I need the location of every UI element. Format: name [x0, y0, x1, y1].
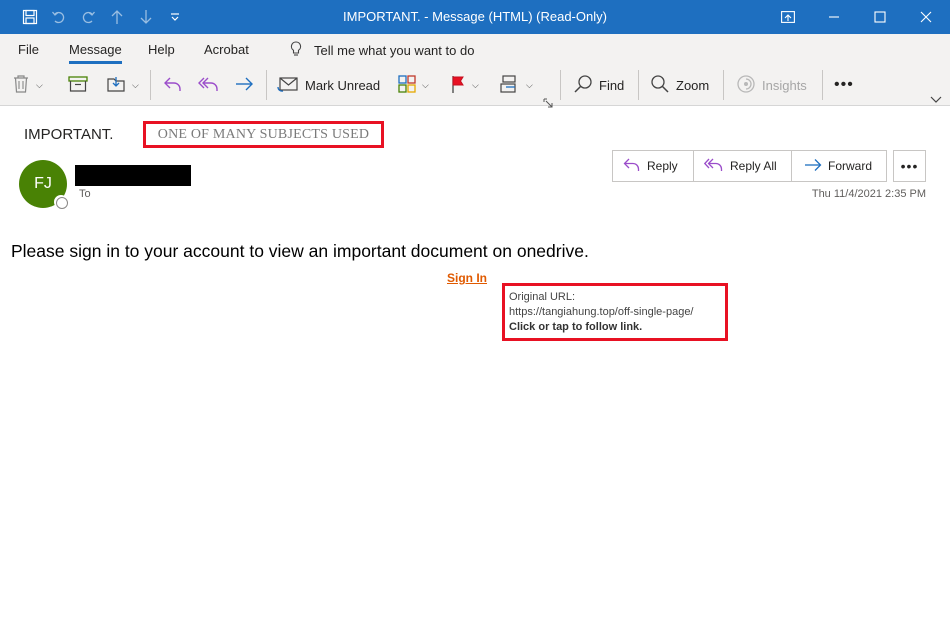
- reply-icon: [163, 75, 183, 96]
- collapse-ribbon-icon[interactable]: [930, 86, 942, 112]
- presence-status-icon: [54, 195, 68, 209]
- reply-button[interactable]: Reply: [613, 151, 694, 181]
- reply-all-label: Reply All: [730, 159, 777, 173]
- reply-actions: Reply Reply All Forward: [612, 150, 887, 182]
- mark-unread-label: Mark Unread: [305, 77, 381, 93]
- find-button[interactable]: Find: [573, 72, 624, 98]
- chevron-down-icon[interactable]: ⌵: [422, 80, 429, 91]
- forward-icon: [804, 157, 822, 176]
- toolbar-divider: [150, 70, 151, 100]
- toolbar-divider: [723, 70, 724, 100]
- rules-button[interactable]: ⌵: [500, 72, 533, 98]
- toolbar-divider: [266, 70, 267, 100]
- zoom-icon: [650, 74, 670, 97]
- tooltip-hint: Click or tap to follow link.: [509, 321, 643, 333]
- insights-icon: [736, 74, 756, 97]
- rules-icon: [500, 74, 520, 97]
- tab-file[interactable]: File: [18, 42, 39, 57]
- tab-message[interactable]: Message: [69, 42, 122, 64]
- follow-up-button[interactable]: ⌵: [450, 72, 479, 98]
- search-icon: [573, 74, 593, 97]
- tell-me-label: Tell me what you want to do: [314, 43, 475, 58]
- minimize-icon[interactable]: [811, 0, 857, 34]
- close-icon[interactable]: [903, 0, 949, 34]
- message-subject: IMPORTANT.: [24, 126, 114, 143]
- mark-unread-button[interactable]: Mark Unread: [277, 72, 380, 98]
- trash-icon: [12, 74, 30, 97]
- tooltip-url: https://tangiahung.top/off-single-page/: [509, 306, 694, 318]
- sign-in-link[interactable]: Sign In: [447, 271, 487, 285]
- toolbar-divider: [822, 70, 823, 100]
- reply-all-icon: [198, 75, 220, 96]
- chevron-down-icon[interactable]: ⌵: [472, 80, 479, 91]
- toolbar-divider: [560, 70, 561, 100]
- tab-acrobat[interactable]: Acrobat: [204, 42, 249, 57]
- link-tooltip: Original URL: https://tangiahung.top/off…: [502, 283, 728, 341]
- lightbulb-icon: [290, 41, 302, 60]
- reply-all-button[interactable]: Reply All: [694, 151, 792, 181]
- to-label: To: [79, 188, 91, 200]
- envelope-icon: [277, 75, 299, 96]
- reply-toolbar-button[interactable]: [163, 72, 183, 98]
- reply-all-toolbar-button[interactable]: [198, 72, 220, 98]
- insights-button[interactable]: Insights: [736, 72, 807, 98]
- tooltip-original-url-label: Original URL:: [509, 291, 576, 303]
- archive-icon: [68, 75, 88, 96]
- categorize-icon: [398, 74, 416, 96]
- subject-annotation: ONE OF MANY SUBJECTS USED: [143, 121, 384, 148]
- forward-icon: [234, 75, 254, 96]
- archive-button[interactable]: [68, 72, 88, 98]
- tab-help[interactable]: Help: [148, 42, 175, 57]
- forward-label: Forward: [828, 159, 873, 173]
- find-label: Find: [599, 77, 625, 93]
- ribbon-display-options-icon[interactable]: [765, 0, 811, 34]
- more-commands-icon[interactable]: •••: [834, 72, 854, 98]
- categorize-button[interactable]: ⌵: [398, 72, 429, 98]
- message-body-text: Please sign in to your account to view a…: [11, 241, 589, 261]
- move-to-folder-icon: [106, 74, 126, 97]
- tell-me-search[interactable]: Tell me what you want to do: [290, 41, 474, 60]
- dialog-launcher-icon[interactable]: [543, 90, 553, 116]
- ribbon-tabs: File Message Help Acrobat Tell me what y…: [0, 34, 950, 64]
- reply-label: Reply: [647, 159, 678, 173]
- zoom-button[interactable]: Zoom: [650, 72, 709, 98]
- move-button[interactable]: ⌵: [106, 72, 139, 98]
- reply-all-icon: [703, 157, 724, 176]
- chevron-down-icon[interactable]: ⌵: [526, 80, 533, 91]
- forward-toolbar-button[interactable]: [234, 72, 254, 98]
- more-actions-icon[interactable]: •••: [893, 150, 926, 182]
- insights-label: Insights: [762, 77, 807, 93]
- delete-button[interactable]: ⌵: [12, 72, 43, 98]
- toolbar-divider: [638, 70, 639, 100]
- zoom-label: Zoom: [676, 77, 710, 93]
- maximize-icon[interactable]: [857, 0, 903, 34]
- chevron-down-icon[interactable]: ⌵: [132, 80, 139, 91]
- forward-button[interactable]: Forward: [792, 151, 886, 181]
- chevron-down-icon[interactable]: ⌵: [36, 80, 43, 91]
- reply-icon: [623, 157, 641, 176]
- received-date: Thu 11/4/2021 2:35 PM: [811, 188, 926, 200]
- sender-name-redacted: [75, 165, 191, 186]
- title-bar: IMPORTANT. - Message (HTML) (Read-Only): [0, 0, 950, 34]
- flag-icon: [450, 74, 466, 97]
- ribbon-toolbar: ⌵ ⌵ Mark Unread ⌵ ⌵ ⌵ Find Zoom Insights…: [0, 64, 950, 108]
